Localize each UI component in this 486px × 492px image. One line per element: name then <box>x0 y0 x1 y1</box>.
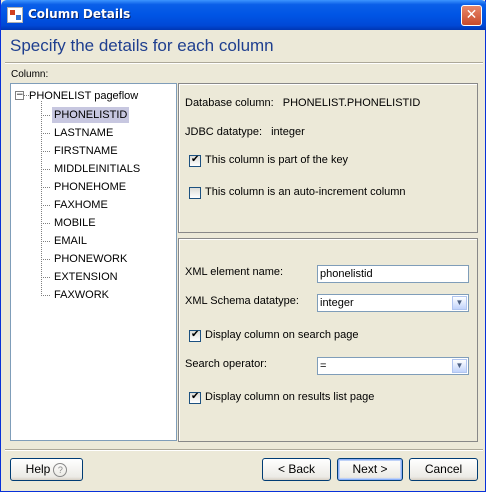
column-label: Column: <box>11 69 49 80</box>
search-page-checkbox[interactable] <box>189 329 201 342</box>
title-bar[interactable]: Column Details ✕ <box>1 0 486 30</box>
search-operator-select[interactable]: = ▼ <box>317 357 469 375</box>
column-details-dialog: Column Details ✕ Specify the details for… <box>0 0 486 492</box>
database-column-row: Database column: PHONELIST.PHONELISTID <box>185 97 420 109</box>
column-tree[interactable]: − PHONELIST pageflow PHONELISTID LASTNAM… <box>10 83 177 441</box>
app-icon <box>7 7 23 23</box>
xml-schema-datatype-select[interactable]: integer ▼ <box>317 294 469 312</box>
database-column-value: PHONELIST.PHONELISTID <box>282 97 421 109</box>
close-button[interactable]: ✕ <box>461 5 482 26</box>
autoincrement-checkbox-label[interactable]: This column is an auto-increment column <box>205 186 406 198</box>
xml-schema-datatype-label: XML Schema datatype: <box>185 295 299 307</box>
collapse-toggle-icon[interactable]: − <box>15 91 24 100</box>
chevron-down-icon[interactable]: ▼ <box>452 296 467 310</box>
help-button[interactable]: Help? <box>10 458 83 481</box>
tree-root-label[interactable]: PHONELIST pageflow <box>29 90 138 102</box>
key-checkbox-label[interactable]: This column is part of the key <box>205 154 348 166</box>
key-checkbox[interactable] <box>189 154 201 167</box>
xml-settings-panel: XML element name: phonelistid XML Schema… <box>178 238 478 442</box>
xml-element-name-label: XML element name: <box>185 266 284 278</box>
autoincrement-checkbox[interactable] <box>189 187 201 199</box>
back-button[interactable]: < Back <box>262 458 331 481</box>
database-column-label: Database column: <box>185 97 274 109</box>
search-operator-label: Search operator: <box>185 358 267 370</box>
footer-divider <box>5 449 483 451</box>
help-icon: ? <box>53 462 68 477</box>
header-divider <box>5 62 483 64</box>
search-operator-value: = <box>320 360 327 372</box>
window-title: Column Details <box>28 7 131 21</box>
database-column-panel: Database column: PHONELIST.PHONELISTID J… <box>178 83 478 233</box>
jdbc-datatype-label: JDBC datatype: <box>185 126 263 138</box>
xml-schema-datatype-value: integer <box>320 297 354 309</box>
chevron-down-icon[interactable]: ▼ <box>452 359 467 373</box>
search-page-checkbox-label[interactable]: Display column on search page <box>205 329 358 341</box>
xml-element-name-input[interactable]: phonelistid <box>317 265 469 283</box>
help-button-label: Help <box>25 462 51 476</box>
results-list-checkbox-label[interactable]: Display column on results list page <box>205 391 374 403</box>
jdbc-datatype-row: JDBC datatype: integer <box>185 126 305 138</box>
results-list-checkbox[interactable] <box>189 391 201 404</box>
jdbc-datatype-value: integer <box>271 126 305 138</box>
next-button[interactable]: Next > <box>337 458 403 481</box>
page-title: Specify the details for each column <box>10 36 274 55</box>
cancel-button[interactable]: Cancel <box>409 458 478 481</box>
tree-connector <box>41 101 42 294</box>
